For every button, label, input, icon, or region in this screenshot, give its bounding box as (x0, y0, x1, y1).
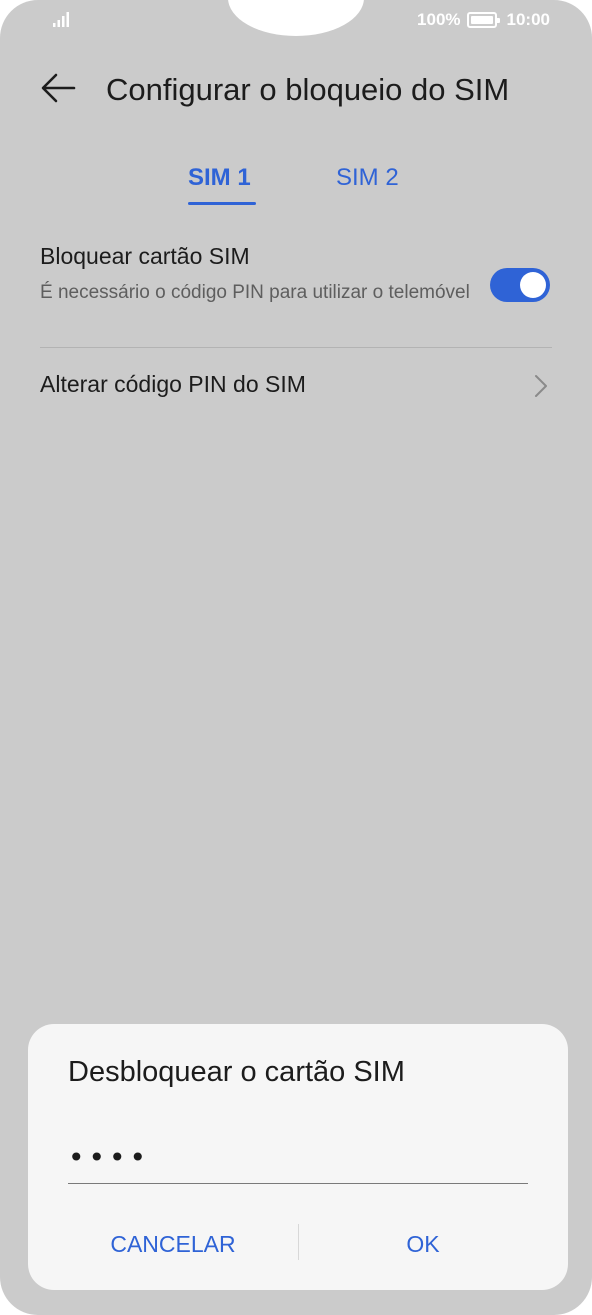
phone-screen: 100% 10:00 Configurar o bloqueio do SIM … (0, 0, 592, 1315)
tab-selected-indicator (188, 202, 256, 205)
toggle-knob (520, 272, 546, 298)
battery-percent: 100% (417, 10, 461, 29)
battery-icon (466, 12, 500, 28)
app-bar: Configurar o bloqueio do SIM (0, 60, 592, 116)
setting-lock-sim-title: Bloquear cartão SIM (40, 243, 250, 269)
back-button[interactable] (36, 68, 80, 108)
tab-sim-1[interactable]: SIM 1 (188, 164, 251, 192)
ok-button[interactable]: OK (288, 1224, 558, 1264)
setting-change-pin-title: Alterar código PIN do SIM (40, 371, 306, 397)
settings-divider (40, 347, 552, 348)
setting-lock-sim[interactable]: Bloquear cartão SIM É necessário o códig… (40, 240, 552, 348)
pin-input[interactable] (68, 1132, 528, 1184)
sim-tabs: SIM 1 SIM 2 (0, 160, 592, 210)
setting-change-pin[interactable]: Alterar código PIN do SIM (40, 368, 552, 408)
cancel-button[interactable]: CANCELAR (38, 1224, 308, 1264)
lock-sim-toggle[interactable] (490, 268, 550, 302)
unlock-sim-dialog: Desbloquear o cartão SIM CANCELAR OK (28, 1024, 568, 1290)
page-title: Configurar o bloqueio do SIM (106, 72, 510, 107)
status-right-group: 100% 10:00 (417, 10, 550, 30)
arrow-left-icon (41, 73, 76, 103)
chevron-right-icon (535, 375, 547, 397)
dialog-actions: CANCELAR OK (28, 1220, 568, 1264)
status-time: 10:00 (506, 10, 550, 29)
status-bar: 100% 10:00 (0, 0, 592, 40)
dialog-title: Desbloquear o cartão SIM (68, 1056, 405, 1088)
setting-lock-sim-subtitle: É necessário o código PIN para utilizar … (40, 282, 470, 303)
signal-bars-icon (53, 12, 69, 27)
tab-sim-2[interactable]: SIM 2 (336, 164, 399, 192)
battery-fill (470, 16, 493, 24)
